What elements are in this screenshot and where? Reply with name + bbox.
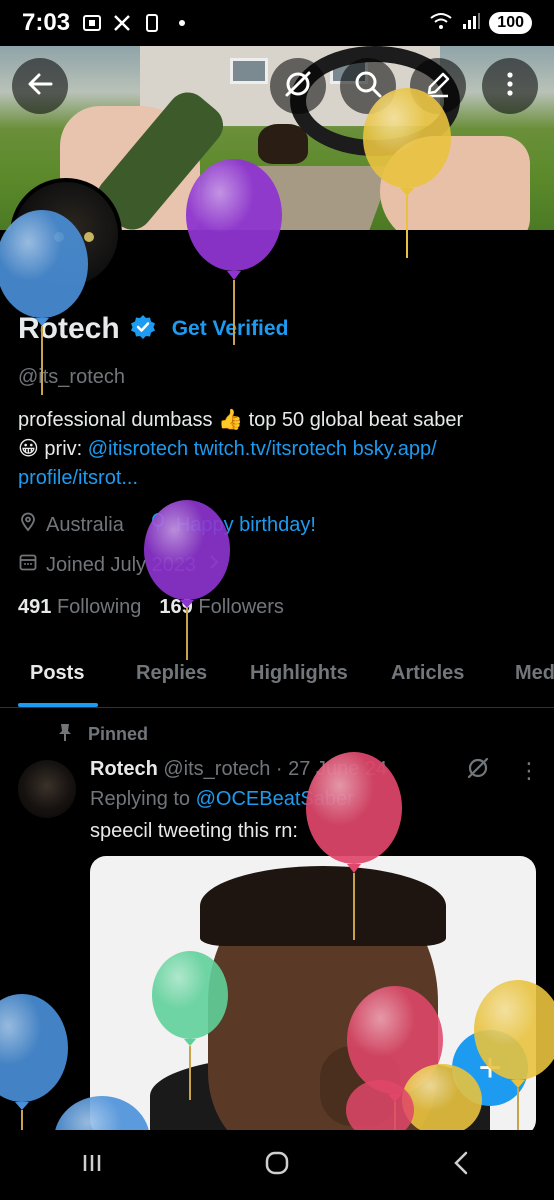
bio-link-bsky[interactable]: bsky.app/ (353, 438, 437, 460)
home-button[interactable] (262, 1148, 292, 1183)
tweet-author[interactable]: Rotech (90, 758, 158, 780)
more-button[interactable] (482, 58, 538, 114)
grok-icon[interactable] (466, 756, 490, 780)
location-text: Australia (46, 513, 124, 536)
profile-handle: @its_rotech (18, 366, 126, 388)
profile-bio: professional dumbass 👍 top 50 global bea… (18, 406, 538, 493)
search-icon (353, 69, 383, 104)
followers-count: 169 (159, 596, 193, 618)
tweet-more-icon[interactable]: ⋮ (518, 758, 540, 784)
calendar-icon (18, 552, 38, 578)
avatar-eye (54, 232, 64, 242)
tab-media[interactable]: Media (515, 642, 554, 685)
tweet-text: speecil tweeting this rn: (90, 820, 298, 842)
location-pin-icon (18, 512, 38, 538)
tab-replies[interactable]: Replies (136, 642, 207, 685)
edit-pencil-icon (423, 69, 453, 104)
image-hair (200, 866, 446, 946)
location-row: Australia Happy birthday! (18, 512, 316, 538)
arrow-left-icon (25, 69, 55, 104)
active-tab-indicator (18, 703, 98, 707)
pinned-label: Pinned (88, 724, 149, 744)
status-time: 7:03 (22, 9, 71, 36)
following-label: Following (56, 596, 142, 618)
system-back-button[interactable] (447, 1148, 477, 1183)
chevron-right-icon (204, 552, 224, 578)
followers-label: Followers (198, 596, 284, 618)
follow-counts: 491 Following 169 Followers (18, 596, 284, 619)
x-logo-icon (112, 13, 132, 33)
tweet-replying: Replying to @OCEBeatSaber (90, 788, 354, 811)
wifi-icon (429, 11, 453, 36)
system-nav-bar (0, 1130, 554, 1200)
tweet-handle-date: @its_rotech · 27 June 24 (163, 758, 388, 780)
verified-badge-icon (130, 314, 156, 345)
signal-icon (461, 11, 481, 36)
joined-text: Joined July 2023 (46, 553, 197, 576)
bio-link-priv[interactable]: @itisrotech (88, 438, 188, 460)
get-verified-link[interactable]: Get Verified (172, 317, 289, 341)
following-count: 491 (18, 596, 52, 618)
tab-posts[interactable]: Posts (30, 642, 84, 685)
banner-ledge (187, 166, 393, 230)
balloon-blue (0, 994, 68, 1130)
banner-hand (380, 136, 530, 230)
profile-tabs: Posts Replies Highlights Articles Media (0, 642, 554, 708)
tweet-avatar[interactable] (18, 760, 76, 818)
image-fist (320, 1046, 400, 1126)
profile-avatar[interactable] (10, 178, 122, 290)
banner-dog (258, 124, 308, 164)
joined-row[interactable]: Joined July 2023 (18, 552, 224, 578)
compose-button[interactable]: + (452, 1030, 528, 1106)
pinned-indicator: Pinned (56, 722, 148, 747)
phone-icon (142, 13, 162, 33)
grok-icon (283, 69, 313, 104)
avatar-eye (84, 232, 94, 242)
search-button[interactable] (340, 58, 396, 114)
replying-to-link[interactable]: @OCEBeatSaber (196, 788, 354, 810)
following-link[interactable]: 491 Following (18, 596, 141, 619)
more-vertical-icon (495, 69, 525, 104)
recent-apps-button[interactable] (77, 1148, 107, 1183)
status-bar: 7:03 100 (0, 0, 554, 46)
bio-link-bsky-cont[interactable]: profile/itsrot... (18, 464, 538, 493)
bio-link-twitch[interactable]: twitch.tv/itsrotech (194, 438, 347, 460)
banner-window (230, 58, 268, 84)
edit-button[interactable] (410, 58, 466, 114)
pin-icon (56, 722, 74, 747)
back-button[interactable] (12, 58, 68, 114)
balloon-icon (148, 512, 168, 538)
profile-name: Rotech (18, 312, 120, 345)
status-right: 100 (429, 11, 532, 36)
followers-link[interactable]: 169 Followers (159, 596, 284, 619)
replying-prefix: Replying to (90, 788, 196, 810)
tab-highlights[interactable]: Highlights (250, 642, 348, 685)
bio-prefix: 😀 priv: (18, 438, 88, 460)
screenshot-icon (82, 13, 102, 33)
notification-dot-icon (172, 13, 192, 33)
grok-button[interactable] (270, 58, 326, 114)
bio-line-2: 😀 priv: @itisrotech twitch.tv/itsrotech … (18, 435, 538, 464)
profile-name-row: Rotech Get Verified (18, 312, 288, 346)
tab-articles[interactable]: Articles (391, 642, 464, 685)
battery-indicator: 100 (489, 12, 532, 34)
tweet-header: Rotech @its_rotech · 27 June 24 (90, 758, 387, 781)
birthday-text[interactable]: Happy birthday! (176, 514, 316, 537)
bio-line-1: professional dumbass 👍 top 50 global bea… (18, 409, 464, 431)
